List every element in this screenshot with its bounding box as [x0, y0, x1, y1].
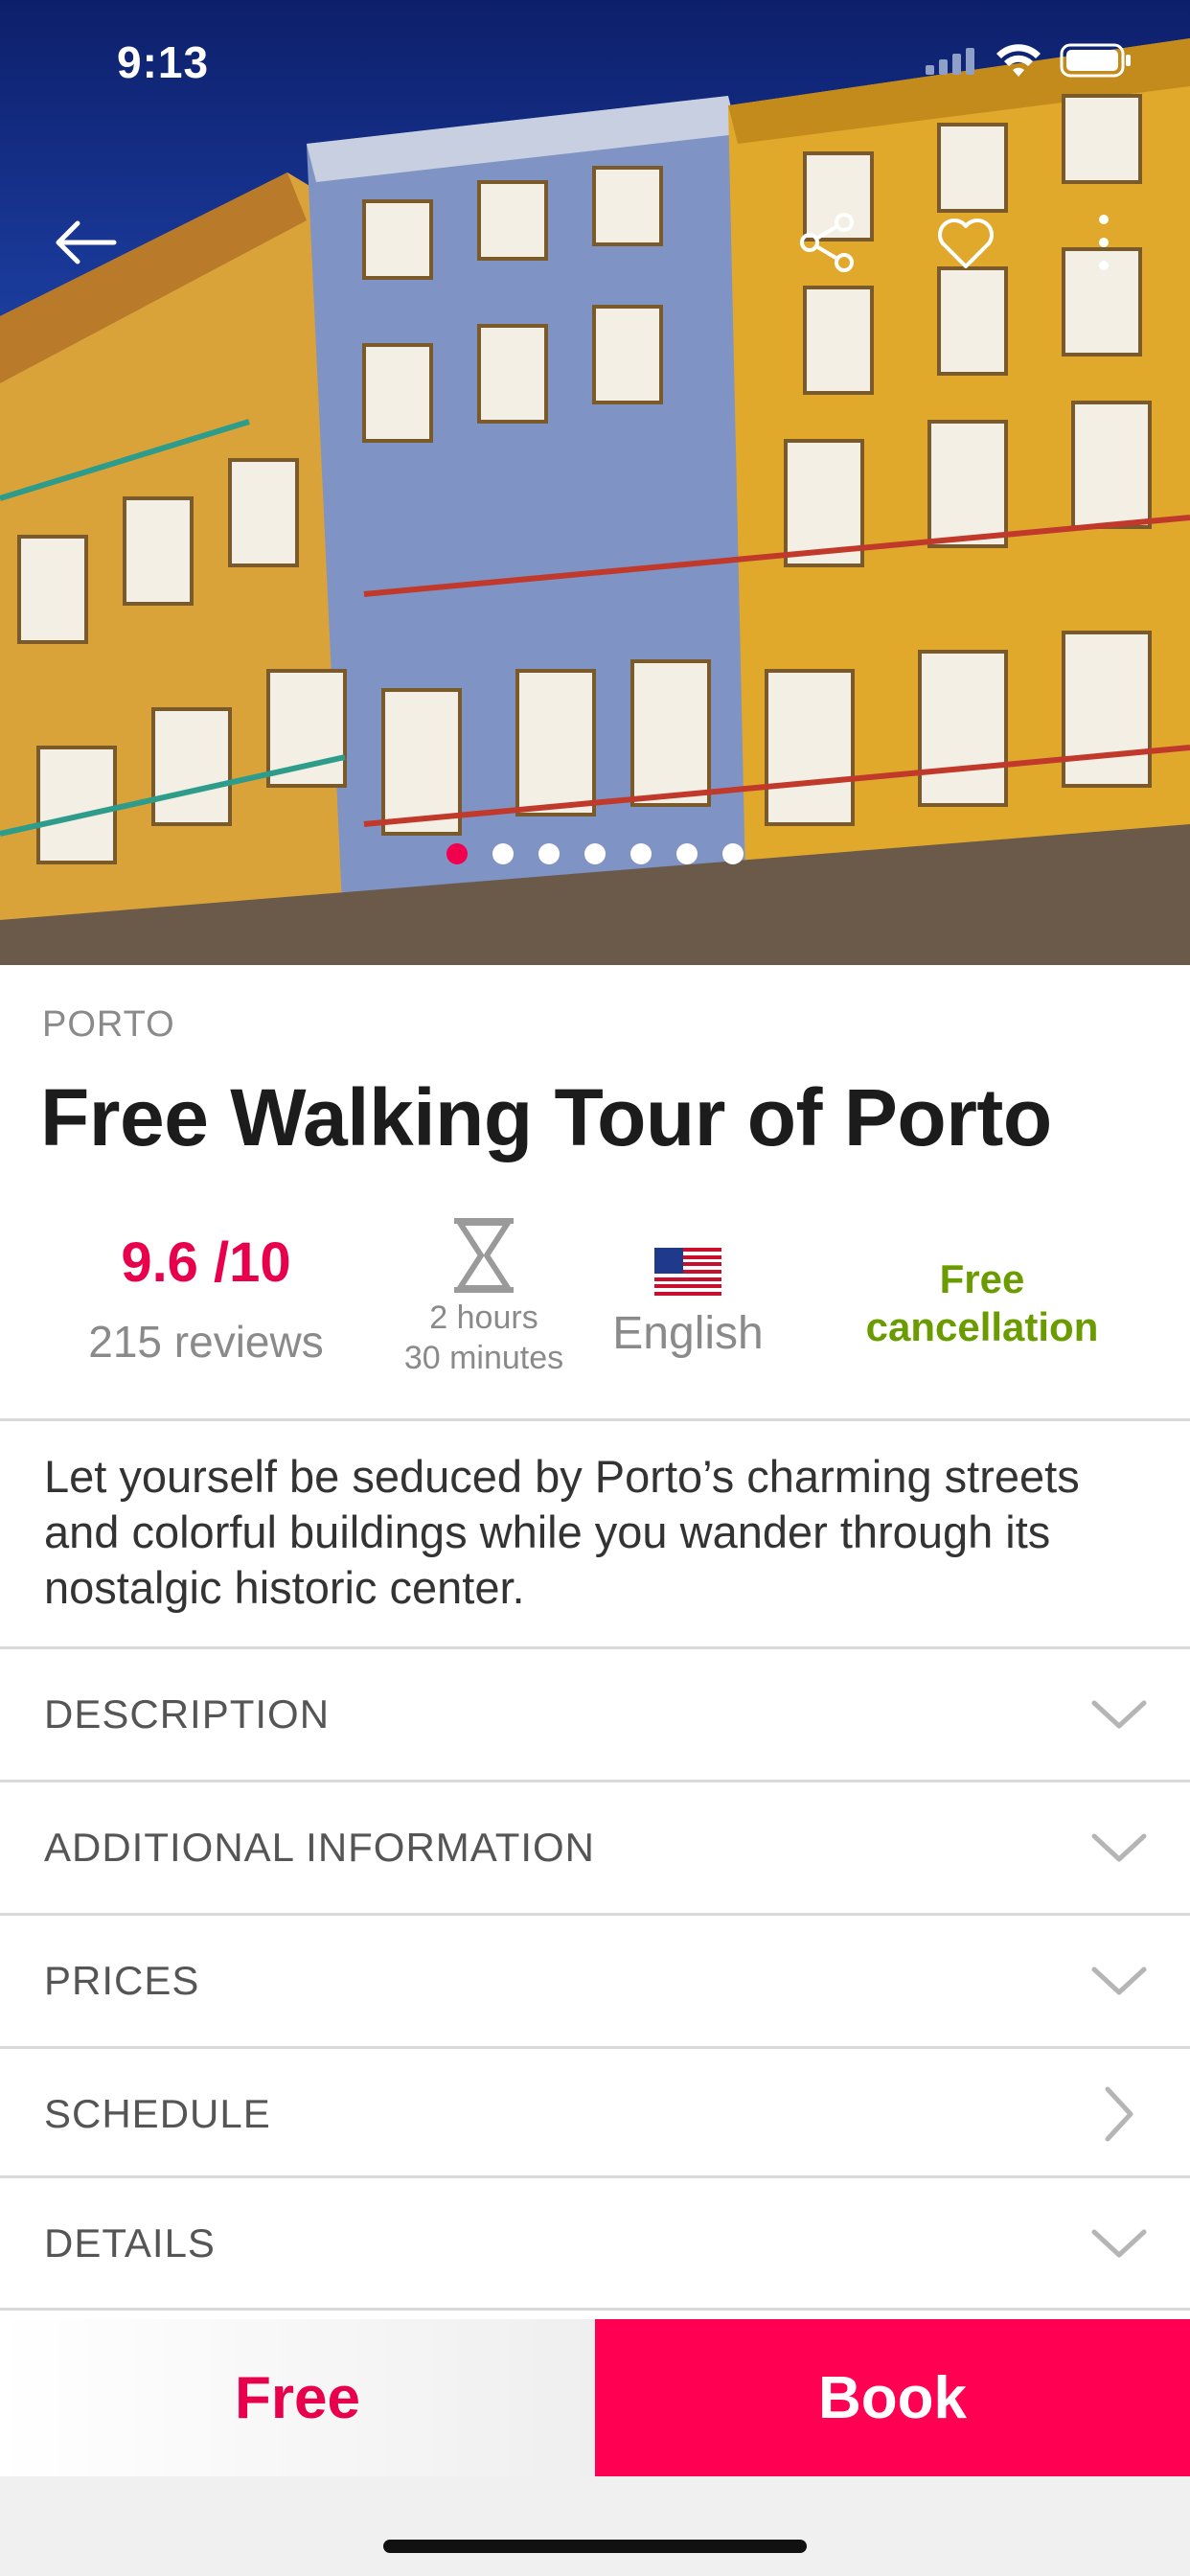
chevron-down-icon	[1090, 1686, 1148, 1743]
carousel-dot[interactable]	[722, 843, 744, 864]
back-button[interactable]	[46, 206, 123, 283]
book-button[interactable]: Book	[595, 2319, 1190, 2476]
favorite-button[interactable]	[927, 206, 1004, 283]
duration-hours: 2 hours	[429, 1300, 538, 1336]
rating-block[interactable]: 9.6 /10 215 reviews	[57, 1230, 355, 1368]
carousel-dot[interactable]	[630, 843, 652, 864]
section-label: PRICES	[44, 1958, 200, 2003]
duration-minutes: 30 minutes	[403, 1340, 564, 1376]
chevron-right-icon	[1090, 2085, 1148, 2143]
carousel-dot[interactable]	[538, 843, 560, 864]
cancellation-line1: Free	[939, 1256, 1025, 1301]
wifi-icon	[995, 42, 1042, 83]
section-label: DETAILS	[44, 2220, 216, 2266]
section-additional-information[interactable]: ADDITIONAL INFORMATION	[0, 1782, 1190, 1913]
section-label: ADDITIONAL INFORMATION	[44, 1825, 596, 1870]
carousel-dot[interactable]	[492, 843, 514, 864]
section-schedule[interactable]: SCHEDULE	[0, 2049, 1190, 2179]
rating-score: 9.6 /10	[121, 1231, 291, 1294]
status-time: 9:13	[117, 37, 210, 87]
cellular-icon	[926, 46, 977, 80]
chevron-down-icon	[1090, 1952, 1148, 2010]
status-bar: 9:13	[0, 0, 1190, 125]
page-title: Free Walking Tour of Porto	[40, 1072, 1052, 1162]
more-vertical-icon	[1094, 212, 1113, 278]
share-button[interactable]	[790, 206, 866, 283]
language-block: English	[592, 1248, 784, 1360]
duration-block: 2 hours 30 minutes	[383, 1217, 584, 1378]
cancellation-block: Free cancellation	[824, 1255, 1140, 1351]
more-button[interactable]	[1065, 206, 1142, 283]
chevron-down-icon	[1090, 2215, 1148, 2272]
booking-bar: Free Book	[0, 2319, 1190, 2476]
home-area	[0, 2476, 1190, 2576]
price-box: Free	[0, 2319, 595, 2476]
status-icons	[926, 42, 1133, 83]
section-label: DESCRIPTION	[44, 1691, 331, 1736]
carousel-dot[interactable]	[676, 843, 698, 864]
tour-stats: 9.6 /10 215 reviews 2 hours 30 minutes E…	[0, 1217, 1190, 1418]
city-label: PORTO	[42, 1004, 175, 1045]
language-label: English	[612, 1308, 764, 1359]
book-label: Book	[818, 2364, 967, 2431]
rating-reviews[interactable]: 215 reviews	[57, 1316, 355, 1368]
arrow-left-icon	[51, 218, 118, 271]
hero-image[interactable]: 9:13	[0, 0, 1190, 965]
section-prices[interactable]: PRICES	[0, 1916, 1190, 2046]
cancellation-line2: cancellation	[865, 1304, 1099, 1349]
battery-icon	[1060, 42, 1133, 83]
section-details[interactable]: DETAILS	[0, 2178, 1190, 2309]
us-flag-icon	[592, 1248, 784, 1298]
carousel-dot[interactable]	[584, 843, 606, 864]
price-label: Free	[235, 2364, 360, 2431]
share-icon	[798, 211, 858, 279]
carousel-dot[interactable]	[446, 843, 468, 864]
hourglass-icon	[383, 1217, 584, 1298]
section-description[interactable]: DESCRIPTION	[0, 1649, 1190, 1780]
heart-icon	[935, 215, 996, 275]
divider	[0, 2308, 1190, 2311]
carousel-dots[interactable]	[0, 843, 1190, 864]
divider	[0, 1418, 1190, 1421]
tour-summary: Let yourself be seduced by Porto’s charm…	[44, 1451, 1080, 1613]
porto-buildings-photo	[0, 38, 1190, 965]
section-label: SCHEDULE	[44, 2091, 271, 2136]
chevron-down-icon	[1090, 1819, 1148, 1876]
home-indicator[interactable]	[383, 2540, 807, 2553]
